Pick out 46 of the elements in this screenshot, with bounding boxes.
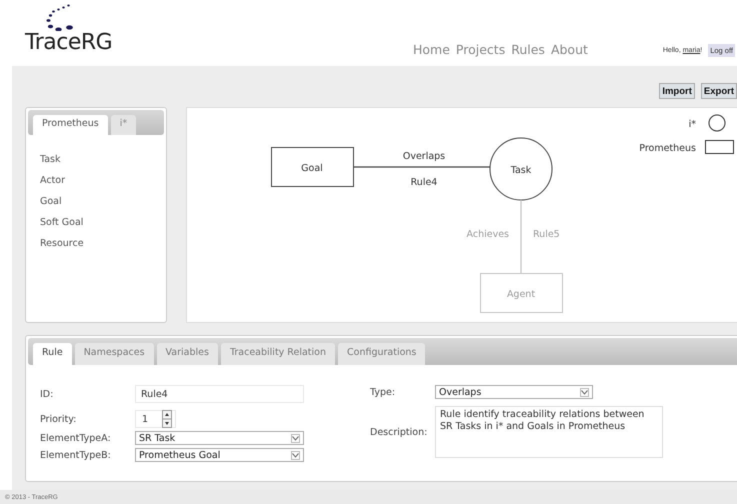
element-type-b-dropdown[interactable]: Prometheus Goal — [135, 448, 304, 462]
toolbar-button[interactable]: Import — [659, 83, 695, 99]
field-label: ID: — [40, 388, 54, 400]
palette-item[interactable]: Task — [40, 153, 61, 167]
editor-tab[interactable]: Namespaces — [74, 343, 154, 365]
field-label: Priority: — [40, 414, 78, 424]
field-label: Description: — [370, 426, 428, 438]
circle-icon — [708, 114, 726, 132]
logo[interactable]: TraceRG — [25, 30, 112, 55]
nav-link[interactable]: About — [550, 42, 588, 57]
nav-link[interactable]: Home — [413, 42, 450, 57]
priority-spinner[interactable]: 1 — [135, 410, 176, 428]
id-field[interactable]: Rule4 — [135, 385, 304, 403]
type-dropdown[interactable]: Overlaps — [435, 385, 593, 399]
palette-item[interactable]: Goal — [40, 195, 62, 209]
description-field[interactable]: Rule identify traceability relations between SR Tasks in i* and Goals in Prometheus — [435, 406, 663, 458]
palette-item[interactable]: Soft Goal — [40, 216, 84, 230]
legend-label: Prometheus — [639, 143, 696, 154]
rectangle-icon — [705, 140, 734, 154]
palette-item[interactable]: Actor — [40, 174, 65, 188]
relation-label: Overlaps — [402, 151, 446, 162]
rule-label: Rule5 — [533, 229, 560, 240]
editor-tab[interactable]: Traceability Relation — [220, 343, 335, 365]
diagram-node: Agent — [480, 273, 563, 313]
palette-item[interactable]: Resource — [40, 237, 84, 251]
task-node: Task — [490, 138, 552, 200]
nav-link[interactable]: Rules — [511, 42, 545, 57]
nav-link[interactable]: Projects — [456, 42, 506, 57]
editor-tab[interactable]: Rule — [33, 343, 72, 365]
field-label: Type: — [370, 386, 396, 398]
caret-icon — [580, 388, 589, 396]
caret-icon — [291, 434, 300, 442]
legend-label: i* — [688, 119, 696, 130]
caret-icon — [291, 450, 300, 460]
rule-label: Rule4 — [410, 177, 438, 188]
element-type-a-dropdown[interactable]: SR Task — [135, 431, 304, 445]
editor-tab[interactable]: Configurations — [338, 343, 426, 365]
field-label: ElementTypeA: — [40, 432, 112, 444]
field-label: ElementTypeB: — [40, 450, 112, 460]
palette-tab[interactable]: Prometheus — [33, 115, 108, 135]
logo-dots-icon — [46, 4, 74, 31]
diagram-node: Goal — [271, 147, 354, 187]
relation-label: Achieves — [466, 229, 509, 240]
editor-tab[interactable]: Variables — [156, 343, 218, 365]
spinner-arrows-icon[interactable] — [162, 410, 172, 428]
toolbar-button[interactable]: Export — [700, 83, 737, 99]
